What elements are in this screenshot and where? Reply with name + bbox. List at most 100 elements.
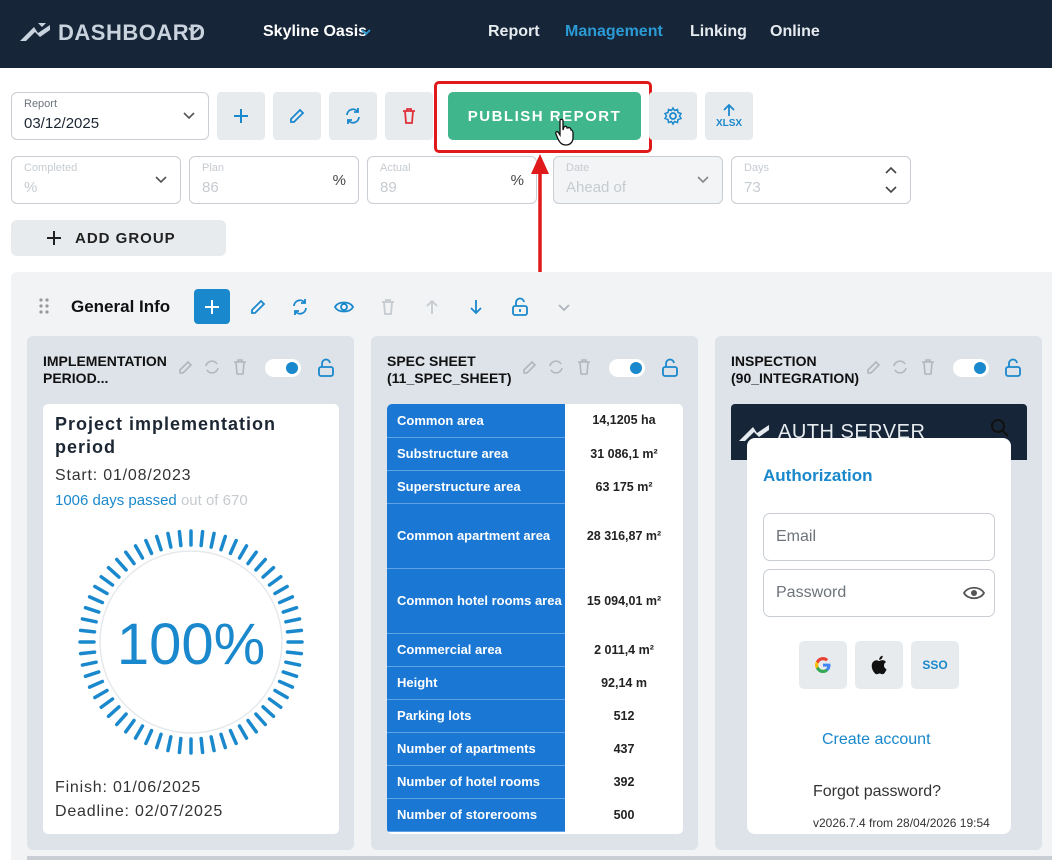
delete-report-button[interactable] (385, 92, 433, 140)
password-field[interactable]: Password (763, 569, 995, 617)
date-select[interactable]: Date Ahead of (553, 156, 723, 204)
pencil-icon[interactable] (521, 358, 539, 376)
plan-input[interactable]: Plan 86 % (189, 156, 359, 204)
plus-icon (205, 299, 219, 314)
add-group-button[interactable]: ADD GROUP (11, 220, 226, 256)
progress-tick (80, 660, 98, 667)
table-row: Common apartment area 28 316,87 m² (387, 503, 683, 569)
plan-label: Plan (202, 162, 225, 174)
pencil-icon[interactable] (247, 296, 269, 318)
visibility-toggle[interactable] (953, 359, 989, 377)
chevron-up-icon[interactable] (884, 165, 898, 175)
settings-button[interactable] (649, 92, 697, 140)
progress-tick (177, 529, 183, 548)
days-stepper[interactable]: Days 73 (731, 156, 911, 204)
progress-tick (261, 565, 276, 579)
refresh-icon[interactable] (547, 358, 565, 376)
refresh-button[interactable] (329, 92, 377, 140)
days-passed-line: 1006 days passed out of 670 (55, 492, 248, 509)
arrow-down-icon[interactable] (465, 296, 487, 318)
table-row: Commercial area 2 011,4 m² (387, 633, 683, 667)
unlock-icon[interactable] (660, 358, 680, 378)
apple-login-button[interactable] (855, 641, 903, 689)
progress-percent: 100% (117, 612, 265, 677)
chevron-down-icon[interactable] (186, 23, 202, 39)
progress-tick (114, 712, 128, 727)
trash-icon[interactable] (231, 358, 249, 376)
table-row: Parking lots 512 (387, 699, 683, 733)
drag-handle-icon[interactable] (38, 297, 50, 315)
progress-tick (114, 557, 128, 572)
nav-online[interactable]: Online (770, 23, 820, 41)
trash-icon[interactable] (575, 358, 593, 376)
search-icon[interactable] (990, 418, 1010, 438)
spec-key: Substructure area (387, 437, 565, 471)
table-row: Number of storerooms 500 (387, 798, 683, 832)
report-label: Report (24, 98, 58, 110)
add-report-button[interactable] (217, 92, 265, 140)
progress-tick (267, 575, 283, 587)
forgot-password-link[interactable]: Forgot password? (813, 783, 941, 801)
days-value: 73 (744, 179, 761, 196)
trash-icon[interactable] (919, 358, 937, 376)
progress-tick (254, 557, 268, 572)
pencil-icon (290, 108, 305, 123)
progress-tick (99, 697, 115, 709)
spec-value: 63 175 m² (565, 470, 683, 504)
unlock-icon[interactable] (509, 296, 531, 318)
nav-linking[interactable]: Linking (690, 23, 747, 41)
card-title: SPEC SHEET (11_SPEC_SHEET) (387, 353, 512, 387)
spec-key: Commercial area (387, 633, 565, 667)
refresh-icon (346, 108, 360, 124)
sso-login-button[interactable]: SSO (911, 641, 959, 689)
implementation-heading: Project implementation period (55, 414, 277, 457)
completed-select[interactable]: Completed % (11, 156, 181, 204)
spec-key: Number of storerooms (387, 798, 565, 832)
progress-tick (237, 544, 249, 560)
unlock-icon[interactable] (1003, 358, 1023, 378)
pencil-icon[interactable] (865, 358, 883, 376)
chevron-down-icon[interactable] (884, 185, 898, 195)
unlock-icon[interactable] (316, 358, 336, 378)
export-xlsx-button[interactable]: XLSX (705, 92, 753, 140)
project-selector[interactable]: Skyline Oasis (263, 23, 367, 41)
refresh-icon[interactable] (891, 358, 909, 376)
spec-value: 512 (565, 699, 683, 733)
chevron-down-icon[interactable] (360, 27, 372, 37)
eye-icon[interactable] (962, 584, 986, 602)
create-account-link[interactable]: Create account (822, 731, 931, 749)
dashboard-brand[interactable]: DASHBOARD (58, 20, 206, 46)
spec-key: Superstructure area (387, 470, 565, 504)
email-field[interactable]: Email (763, 513, 995, 561)
progress-tick (281, 670, 299, 679)
refresh-icon[interactable] (289, 296, 311, 318)
auth-card (747, 438, 1011, 834)
edit-report-button[interactable] (273, 92, 321, 140)
trash-icon (382, 299, 394, 315)
refresh-icon[interactable] (203, 358, 221, 376)
progress-tick (228, 728, 238, 746)
table-row: Number of apartments 437 (387, 732, 683, 766)
google-login-button[interactable] (799, 641, 847, 689)
visibility-toggle[interactable] (265, 359, 301, 377)
add-widget-button[interactable] (194, 289, 230, 324)
actual-input[interactable]: Actual 89 % (367, 156, 537, 204)
progress-tick (124, 718, 136, 734)
finish-date: Finish: 01/06/2025 (55, 779, 202, 796)
progress-tick (83, 670, 101, 679)
nav-management[interactable]: Management (565, 23, 663, 41)
visibility-toggle[interactable] (609, 359, 645, 377)
progress-tick (209, 735, 216, 753)
card-title: INSPECTION (90_INTEGRATION) (731, 353, 859, 387)
progress-tick (106, 565, 121, 579)
eye-icon[interactable] (333, 296, 355, 318)
chevron-down-icon[interactable] (553, 296, 575, 318)
progress-tick (284, 617, 302, 624)
progress-tick (237, 724, 249, 740)
report-date-select[interactable]: Report 03/12/2025 (11, 92, 209, 140)
hand-cursor-icon (555, 118, 574, 146)
progress-tick (99, 575, 115, 587)
nav-report[interactable]: Report (488, 23, 540, 41)
trash-icon (403, 108, 415, 124)
pencil-icon[interactable] (177, 358, 195, 376)
